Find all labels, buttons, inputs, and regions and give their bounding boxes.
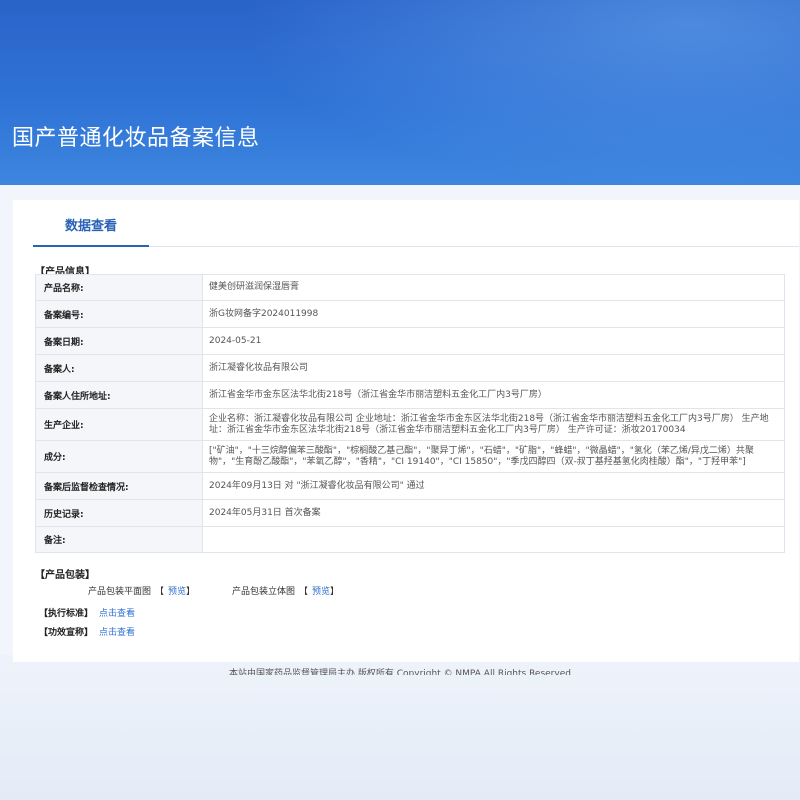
efficacy-row: 【功效宣称】 点击查看: [39, 625, 135, 638]
bracket-open: 【: [155, 587, 165, 597]
packaging-row: 产品包装平面图【预览】 产品包装立体图【预览】: [88, 584, 343, 597]
page-title: 国产普通化妆品备案信息: [12, 126, 260, 151]
row-label: 历史记录:: [35, 499, 203, 527]
row-value: ["矿油"，"十三烷醇偏苯三酸酯"，"棕榈酸乙基己酯"，"聚异丁烯"，"石蜡"，…: [202, 440, 785, 473]
section-efficacy: 【功效宣称】: [39, 628, 94, 638]
row-label: 备案人:: [35, 354, 203, 382]
row-label: 生产企业:: [35, 408, 203, 441]
tab-data-view[interactable]: 数据查看: [33, 200, 149, 247]
row-value: 浙江省金华市金东区法华北街218号（浙江省金华市丽洁塑料五金化工厂内3号厂房）: [202, 381, 785, 409]
banner-glow: [240, 0, 800, 185]
row-value: 2024-05-21: [202, 327, 785, 355]
row-value: 2024年09月13日 对 "浙江凝睿化妆品有限公司" 通过: [202, 472, 785, 500]
row-value: 2024年05月31日 首次备案: [202, 499, 785, 527]
section-packaging: 【产品包装】: [35, 570, 95, 581]
bottom-background: [0, 655, 800, 800]
section-standard: 【执行标准】: [39, 609, 94, 619]
row-value: 浙G妆网备字2024011998: [202, 300, 785, 328]
tab-bar: 数据查看: [33, 200, 799, 247]
row-value: 企业名称：浙江凝睿化妆品有限公司 企业地址：浙江省金华市金东区法华北街218号（…: [202, 408, 785, 441]
efficacy-view-link[interactable]: 点击查看: [99, 628, 135, 638]
row-value: [202, 526, 785, 553]
product-info-table: 产品名称: 健美创研滋润保湿唇膏 备案编号: 浙G妆网备字2024011998 …: [35, 274, 785, 553]
header-banner: 国产普通化妆品备案信息: [0, 0, 800, 185]
standard-view-link[interactable]: 点击查看: [99, 609, 135, 619]
table-row: 备案人: 浙江凝睿化妆品有限公司: [35, 354, 785, 382]
table-row: 备案人住所地址: 浙江省金华市金东区法华北街218号（浙江省金华市丽洁塑料五金化…: [35, 381, 785, 409]
preview-solid-link[interactable]: 预览: [312, 587, 330, 597]
row-value: 健美创研滋润保湿唇膏: [202, 274, 785, 301]
packaging-solid-label: 产品包装立体图: [231, 587, 295, 597]
row-label: 备注:: [35, 526, 203, 553]
footer-copyright: 本站由国家药品监督管理局主办 版权所有 Copyright © NMPA All…: [229, 669, 571, 675]
table-row: 备案后监督检查情况: 2024年09月13日 对 "浙江凝睿化妆品有限公司" 通…: [35, 472, 785, 500]
table-row: 生产企业: 企业名称：浙江凝睿化妆品有限公司 企业地址：浙江省金华市金东区法华北…: [35, 408, 785, 441]
bracket-close: 】: [186, 587, 196, 597]
row-label: 备案人住所地址:: [35, 381, 203, 409]
table-row: 备注:: [35, 526, 785, 553]
row-label: 产品名称:: [35, 274, 203, 301]
table-row: 备案编号: 浙G妆网备字2024011998: [35, 300, 785, 328]
row-label: 成分:: [35, 440, 203, 473]
table-row: 成分: ["矿油"，"十三烷醇偏苯三酸酯"，"棕榈酸乙基己酯"，"聚异丁烯"，"…: [35, 440, 785, 473]
table-row: 产品名称: 健美创研滋润保湿唇膏: [35, 274, 785, 301]
packaging-flat-label: 产品包装平面图: [88, 587, 152, 597]
bracket-close: 】: [329, 587, 339, 597]
bracket-open: 【: [298, 587, 308, 597]
row-label: 备案日期:: [35, 327, 203, 355]
row-label: 备案后监督检查情况:: [35, 472, 203, 500]
table-row: 历史记录: 2024年05月31日 首次备案: [35, 499, 785, 527]
row-value: 浙江凝睿化妆品有限公司: [202, 354, 785, 382]
content-card: 数据查看 【产品信息】 产品名称: 健美创研滋润保湿唇膏 备案编号: 浙G妆网备…: [13, 200, 799, 662]
preview-flat-link[interactable]: 预览: [168, 587, 186, 597]
standard-row: 【执行标准】 点击查看: [39, 606, 135, 619]
row-label: 备案编号:: [35, 300, 203, 328]
table-row: 备案日期: 2024-05-21: [35, 327, 785, 355]
